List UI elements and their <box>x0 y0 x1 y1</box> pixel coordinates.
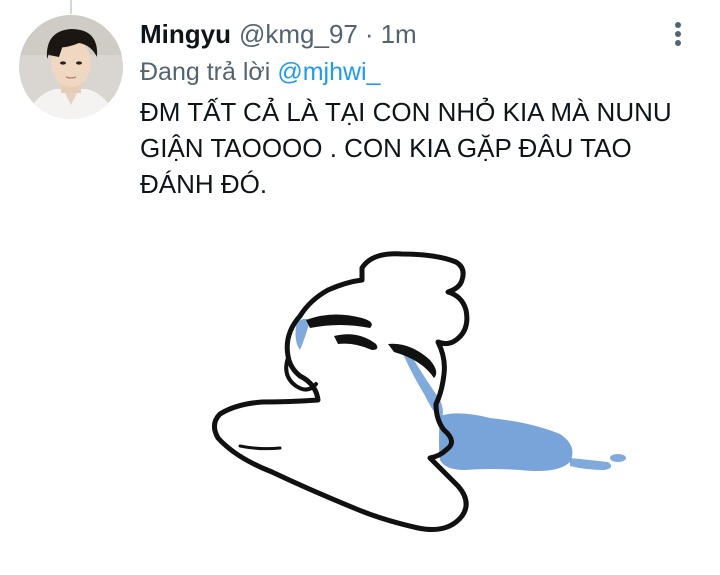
more-vertical-icon <box>675 22 681 46</box>
replying-to-line: Đang trả lời @mjhwi_ <box>140 54 381 90</box>
header-separator: · <box>364 18 374 49</box>
tweet-image[interactable] <box>140 224 720 575</box>
crying-blob-drawing <box>212 251 626 532</box>
tweet-text: ĐM TẤT CẢ LÀ TẠI CON NHỎ KIA MÀ NUNU GIẬ… <box>140 97 672 199</box>
thread-connector-line <box>70 0 72 14</box>
avatar[interactable] <box>19 15 123 119</box>
more-options-button[interactable] <box>666 18 690 50</box>
tweet-timestamp[interactable]: 1m <box>381 19 417 50</box>
tweet-header: Mingyu @kmg_97 · 1m <box>140 14 417 54</box>
replying-label: Đang trả lời <box>140 57 271 86</box>
author-name[interactable]: Mingyu <box>140 19 231 50</box>
replying-to-handle[interactable]: @mjhwi_ <box>277 58 380 87</box>
author-handle[interactable]: @kmg_97 <box>239 19 358 50</box>
